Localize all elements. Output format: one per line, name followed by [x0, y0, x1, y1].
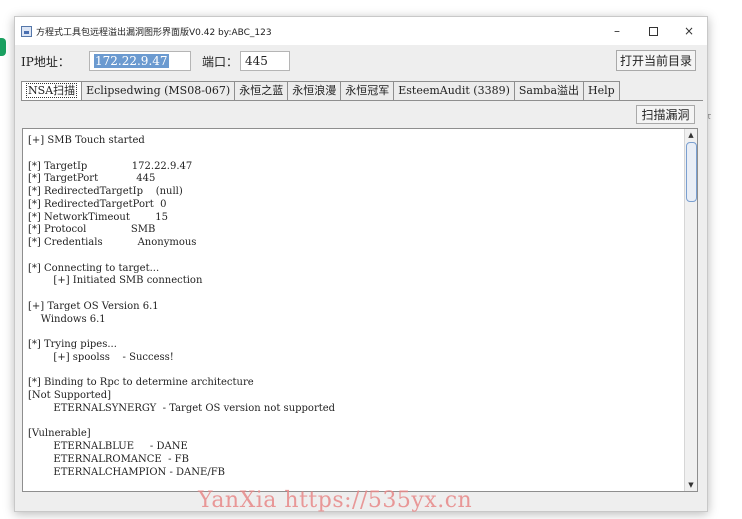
tab-help[interactable]: Help [583, 81, 620, 101]
console-line: [*] Connecting to target... [28, 262, 160, 274]
tab-esteemaudit[interactable]: EsteemAudit (3389) [393, 81, 515, 101]
console-text: [+] SMB Touch started [*] TargetIp 172.2… [23, 129, 697, 479]
scrollbar-thumb[interactable] [686, 142, 697, 202]
console-line: [*] NetworkTimeout 15 [28, 211, 168, 223]
tab-panel-border [21, 100, 703, 101]
title-bar: 方程式工具包远程溢出漏洞图形界面版V0.42 by:ABC_123 – × [15, 17, 707, 45]
maximize-button[interactable] [635, 17, 671, 45]
console-line: [Vulnerable] [28, 428, 91, 440]
tab-eternalromance[interactable]: 永恒浪漫 [287, 81, 342, 101]
scroll-down-icon[interactable]: ▼ [685, 479, 697, 491]
tab-eclipsedwing[interactable]: Eclipsedwing (MS08-067) [81, 81, 236, 101]
tab-nsa-scan[interactable]: NSA扫描 [21, 81, 83, 101]
console-line: ETERNALROMANCE - FB [28, 453, 189, 465]
ip-input[interactable]: 172.22.9.47 [89, 51, 191, 71]
output-console[interactable]: [+] SMB Touch started [*] TargetIp 172.2… [22, 128, 698, 492]
console-line: [*] Trying pipes... [28, 339, 117, 350]
window-title: 方程式工具包远程溢出漏洞图形界面版V0.42 by:ABC_123 [36, 27, 272, 38]
console-line: [*] RedirectedTargetPort 0 [28, 198, 167, 210]
tab-eternalchampion[interactable]: 永恒冠军 [340, 81, 395, 101]
watermark: YanXia https://535yx.cn [198, 488, 473, 513]
port-input[interactable]: 445 [240, 51, 290, 71]
console-line: [*] Credentials Anonymous [28, 237, 197, 248]
app-window: 方程式工具包远程溢出漏洞图形界面版V0.42 by:ABC_123 – × IP… [14, 16, 708, 512]
tab-samba-overflow[interactable]: Samba溢出 [513, 81, 584, 101]
minimize-button[interactable]: – [599, 17, 635, 45]
maximize-icon [648, 26, 658, 36]
console-line: [+] spoolss - Success! [28, 351, 174, 363]
console-line: [*] RedirectedTargetIp (null) [28, 186, 183, 197]
console-line: [+] Target OS Version 6.1 [28, 300, 159, 312]
open-directory-button[interactable]: 打开当前目录 [616, 50, 696, 71]
tab-bar: NSA扫描 Eclipsedwing (MS08-067) 永恒之蓝 永恒浪漫 … [21, 81, 620, 101]
background-app-accent [0, 38, 6, 56]
window-controls: – × [599, 17, 707, 45]
tab-eternalblue[interactable]: 永恒之蓝 [234, 81, 289, 101]
scan-vulnerabilities-button[interactable]: 扫描漏洞 [636, 105, 695, 124]
app-icon [21, 25, 32, 37]
console-line: [+] SMB Touch started [28, 135, 145, 146]
console-line: [*] TargetPort 445 [28, 173, 156, 185]
port-label: 端口： [202, 55, 239, 69]
console-line: ETERNALSYNERGY - Target OS version not s… [28, 402, 336, 414]
console-scrollbar[interactable]: ▲ ▼ [684, 129, 697, 491]
ip-label: IP地址： [21, 55, 70, 69]
scroll-up-icon[interactable]: ▲ [685, 129, 697, 141]
console-line: [Not Supported] [28, 390, 112, 401]
ip-input-value: 172.22.9.47 [94, 54, 169, 68]
console-line: [*] TargetIp 172.22.9.47 [28, 160, 193, 172]
console-line: Windows 6.1 [28, 313, 106, 325]
console-line: ETERNALBLUE - DANE [28, 441, 188, 452]
console-line: [*] Binding to Rpc to determine architec… [28, 377, 254, 389]
console-line: ETERNALCHAMPION - DANE/FB [28, 466, 225, 478]
console-line: [+] Initiated SMB connection [28, 275, 203, 287]
console-line: [*] Protocol SMB [28, 224, 156, 236]
target-settings-row: IP地址： 172.22.9.47 端口： 445 打开当前目录 [15, 47, 707, 75]
close-button[interactable]: × [671, 17, 707, 45]
